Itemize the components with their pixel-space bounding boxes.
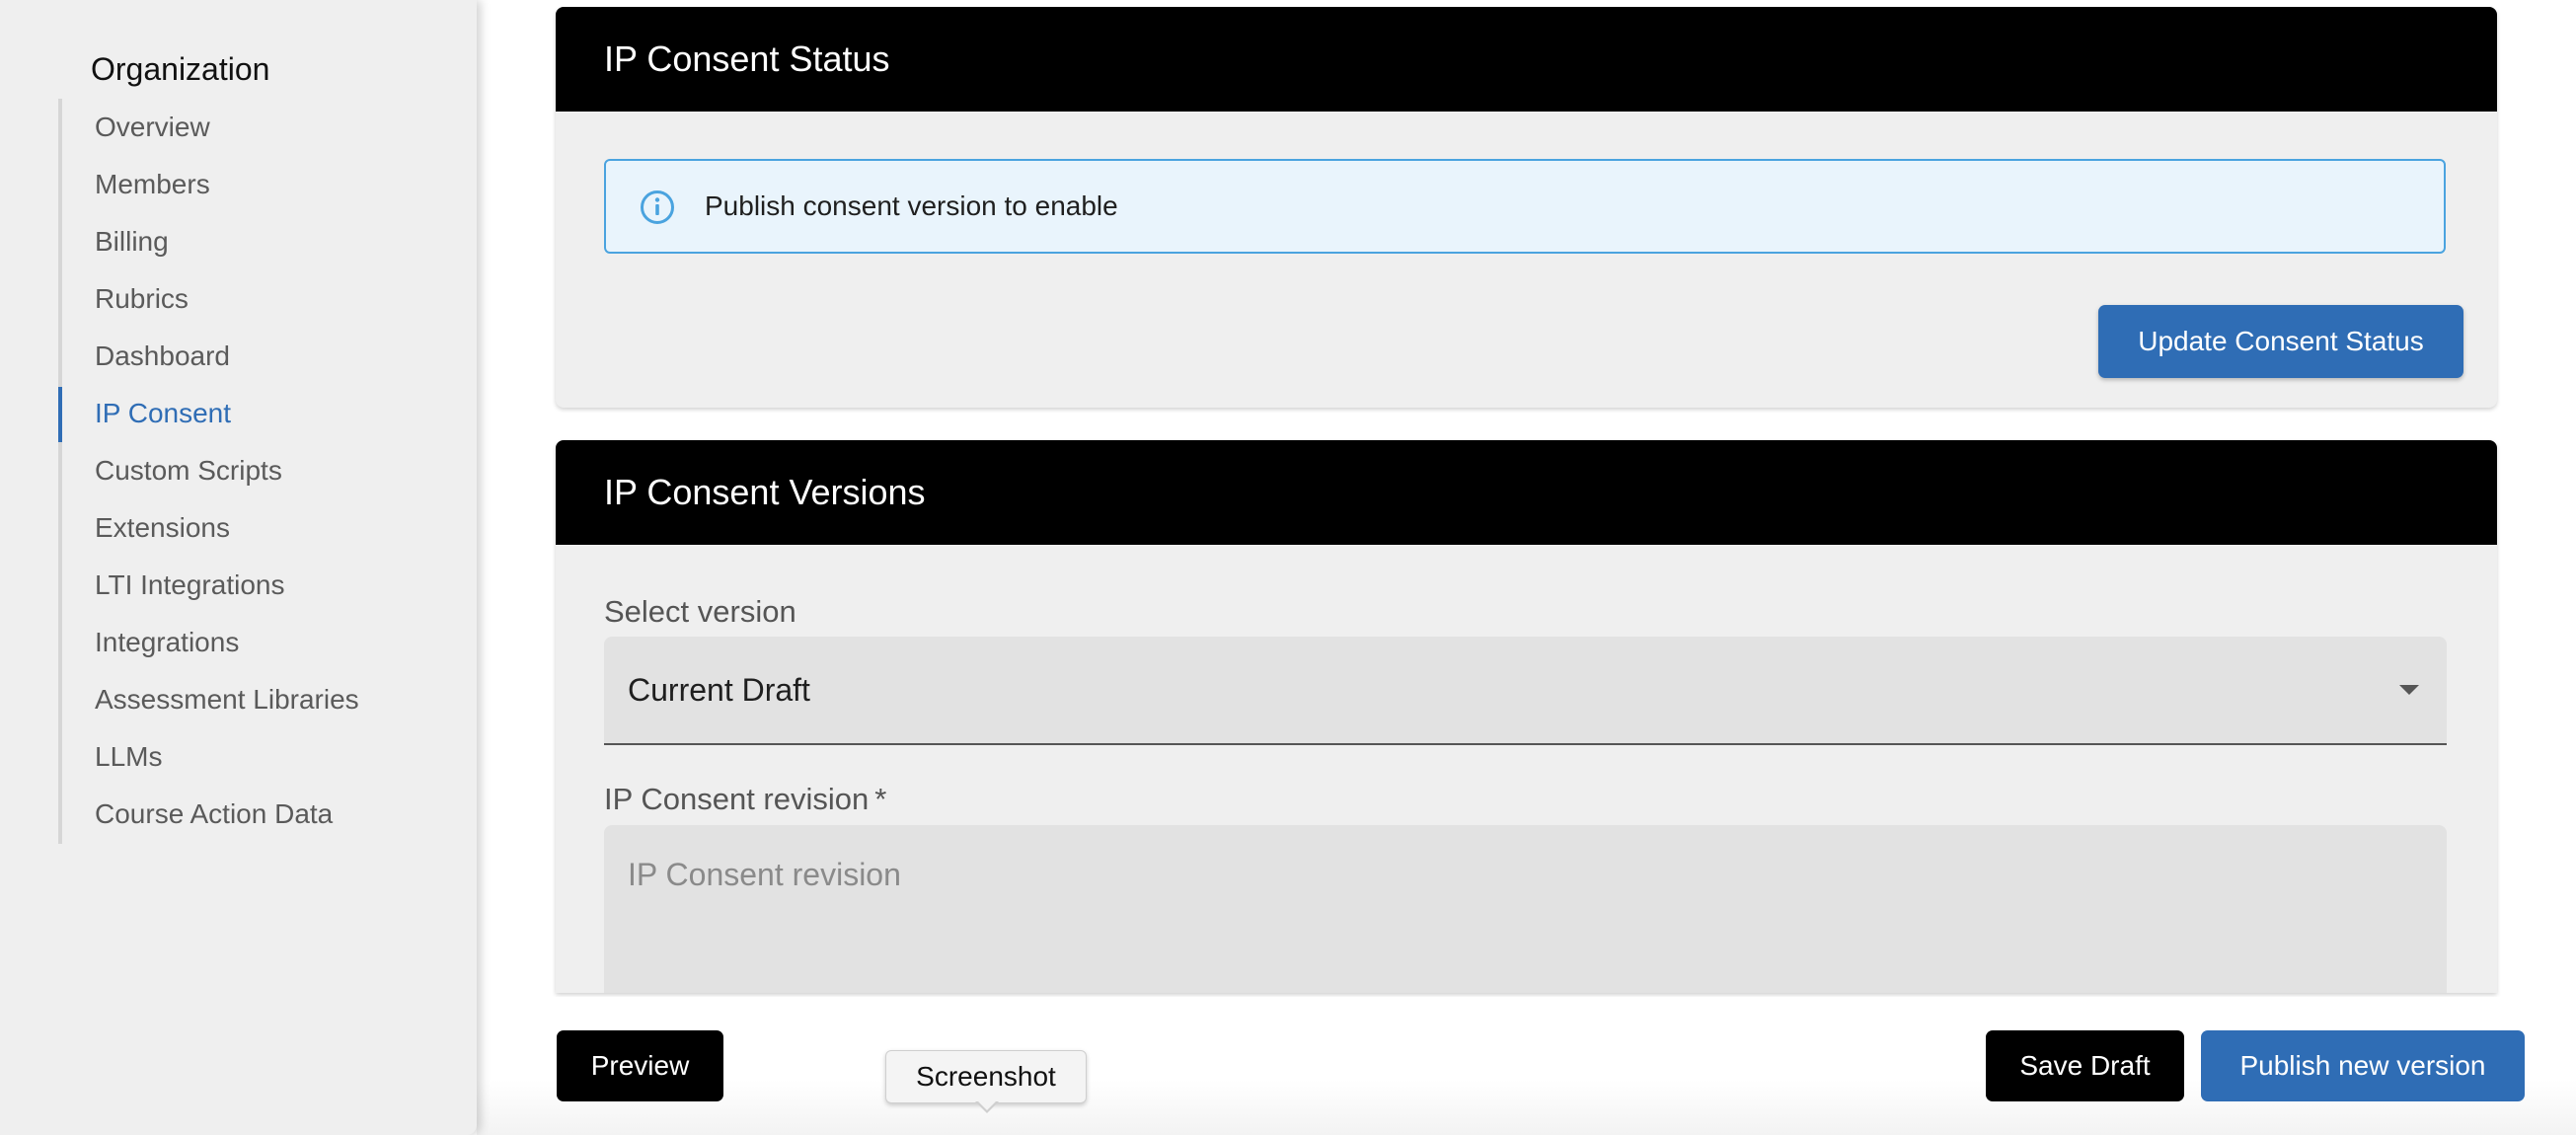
consent-versions-title: IP Consent Versions [556, 440, 2497, 545]
save-draft-button[interactable]: Save Draft [1986, 1030, 2184, 1101]
required-marker: * [874, 782, 887, 816]
consent-status-card: IP Consent Status Publish consent versio… [556, 7, 2497, 408]
sidebar-item-custom-scripts[interactable]: Custom Scripts [95, 442, 359, 499]
sidebar-item-dashboard[interactable]: Dashboard [95, 328, 359, 385]
revision-label: IP Consent revision * [604, 782, 886, 817]
info-alert: Publish consent version to enable [604, 159, 2446, 254]
select-version-label: Select version [604, 594, 796, 629]
sidebar-item-extensions[interactable]: Extensions [95, 499, 359, 557]
sidebar-item-llms[interactable]: LLMs [95, 728, 359, 786]
screenshot-tooltip: Screenshot [885, 1050, 1087, 1103]
consent-versions-card: IP Consent Versions Select version Curre… [556, 440, 2497, 993]
publish-new-version-button[interactable]: Publish new version [2201, 1030, 2525, 1101]
update-consent-status-button[interactable]: Update Consent Status [2098, 305, 2463, 378]
info-alert-text: Publish consent version to enable [705, 190, 1118, 221]
sidebar-item-assessment-libraries[interactable]: Assessment Libraries [95, 671, 359, 728]
version-select-value: Current Draft [628, 672, 810, 708]
version-select[interactable]: Current Draft [604, 637, 2447, 745]
sidebar-item-billing[interactable]: Billing [95, 213, 359, 270]
revision-label-text: IP Consent revision [604, 782, 870, 816]
sidebar-item-overview[interactable]: Overview [95, 99, 359, 156]
caret-down-icon [2399, 685, 2419, 695]
nav-track [58, 99, 62, 844]
sidebar-item-course-action-data[interactable]: Course Action Data [95, 786, 359, 843]
sidebar-title: Organization [91, 51, 270, 87]
sidebar-nav: Overview Members Billing Rubrics Dashboa… [95, 99, 359, 843]
sidebar: Organization Overview Members Billing Ru… [0, 0, 477, 1135]
revision-textarea[interactable] [604, 825, 2447, 993]
nav-active-indicator [58, 387, 62, 442]
tooltip-arrow-fill [977, 1100, 997, 1110]
preview-button[interactable]: Preview [557, 1030, 723, 1101]
info-icon [641, 190, 674, 224]
sidebar-item-rubrics[interactable]: Rubrics [95, 270, 359, 328]
sidebar-item-lti-integrations[interactable]: LTI Integrations [95, 557, 359, 614]
sidebar-item-integrations[interactable]: Integrations [95, 614, 359, 671]
sidebar-item-members[interactable]: Members [95, 156, 359, 213]
sidebar-item-ip-consent[interactable]: IP Consent [95, 385, 359, 442]
consent-status-title: IP Consent Status [556, 7, 2497, 112]
